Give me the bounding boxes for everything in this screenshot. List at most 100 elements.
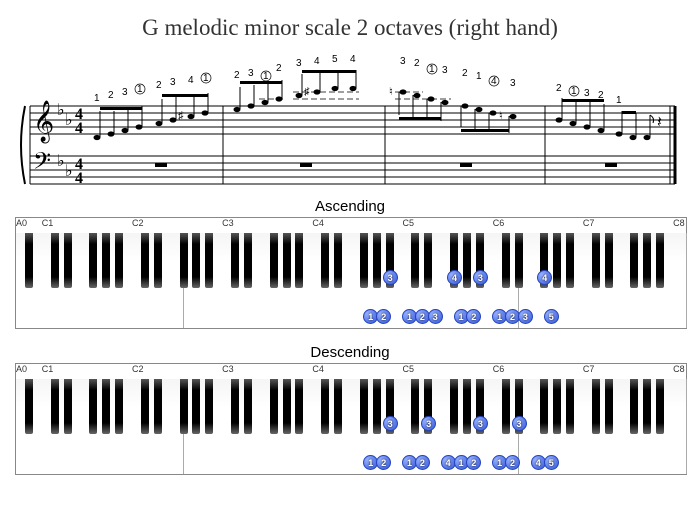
black-key — [270, 233, 278, 288]
white-key — [673, 233, 687, 328]
black-key — [450, 379, 458, 434]
black-key — [360, 233, 368, 288]
octave-label: C8 — [673, 364, 685, 374]
black-key — [592, 379, 600, 434]
svg-text:1: 1 — [476, 71, 482, 82]
octave-label: C5 — [403, 218, 415, 228]
black-key — [115, 233, 123, 288]
black-key — [502, 379, 510, 434]
svg-text:2: 2 — [462, 68, 468, 79]
octave-label: C4 — [312, 218, 324, 228]
svg-text:3: 3 — [248, 68, 254, 79]
svg-text:1: 1 — [429, 64, 435, 75]
black-key — [334, 233, 342, 288]
black-key — [605, 233, 613, 288]
black-key — [25, 379, 33, 434]
black-key — [540, 379, 548, 434]
black-key — [154, 233, 162, 288]
black-key — [334, 379, 342, 434]
svg-text:4: 4 — [314, 56, 320, 67]
black-key — [180, 233, 188, 288]
descending-label: Descending — [15, 344, 685, 361]
black-key — [424, 233, 432, 288]
black-key — [89, 233, 97, 288]
black-key — [205, 379, 213, 434]
black-key — [64, 233, 72, 288]
svg-text:1: 1 — [616, 95, 622, 106]
svg-text:4: 4 — [350, 54, 356, 65]
black-key — [373, 379, 381, 434]
octave-label: C4 — [312, 364, 324, 374]
black-key — [502, 233, 510, 288]
svg-text:3: 3 — [296, 58, 302, 69]
svg-text:♭: ♭ — [65, 163, 73, 180]
svg-text:1: 1 — [203, 73, 209, 84]
svg-text:1: 1 — [94, 93, 100, 104]
svg-text:2: 2 — [108, 90, 114, 101]
octave-label: C8 — [673, 218, 685, 228]
black-key — [244, 233, 252, 288]
ascending-label: Ascending — [15, 198, 685, 215]
svg-text:4: 4 — [75, 170, 83, 187]
finger-marker: 3 — [512, 416, 527, 431]
svg-text:1: 1 — [571, 86, 577, 97]
svg-text:2: 2 — [156, 80, 162, 91]
black-key — [373, 233, 381, 288]
svg-text:♮: ♮ — [389, 86, 393, 98]
black-key — [180, 379, 188, 434]
black-key — [192, 379, 200, 434]
svg-text:2: 2 — [556, 83, 562, 94]
octave-label: C1 — [42, 364, 54, 374]
black-key — [205, 233, 213, 288]
svg-text:3: 3 — [584, 88, 590, 99]
octave-label: C7 — [583, 364, 595, 374]
keyboard-descending: A0C1C2C3C4C5C6C7C8123123412312345 — [15, 363, 687, 475]
black-key — [270, 379, 278, 434]
svg-text:3: 3 — [510, 78, 516, 89]
octave-label: C3 — [222, 218, 234, 228]
black-key — [154, 379, 162, 434]
svg-text:♭: ♭ — [65, 112, 73, 129]
black-key — [141, 233, 149, 288]
black-key — [25, 233, 33, 288]
black-key — [566, 379, 574, 434]
black-key — [231, 233, 239, 288]
finger-marker: 3 — [383, 416, 398, 431]
black-key — [463, 233, 471, 288]
black-key — [244, 379, 252, 434]
black-key — [192, 233, 200, 288]
octave-label: C7 — [583, 218, 595, 228]
octave-label: C6 — [493, 218, 505, 228]
keyboard-ascending: A0C1C2C3C4C5C6C7C8123123412312345 — [15, 217, 687, 329]
finger-marker: 3 — [473, 270, 488, 285]
svg-text:1: 1 — [263, 71, 269, 82]
black-key — [360, 379, 368, 434]
finger-marker: 5 — [544, 309, 559, 324]
black-key — [643, 233, 651, 288]
octave-label: C6 — [493, 364, 505, 374]
page-title: G melodic minor scale 2 octaves (right h… — [15, 15, 685, 41]
black-key — [283, 379, 291, 434]
svg-text:1: 1 — [137, 84, 143, 95]
finger-marker: 4 — [447, 270, 462, 285]
svg-text:♭: ♭ — [57, 153, 65, 170]
svg-text:4: 4 — [75, 120, 83, 137]
finger-marker: 2 — [505, 455, 520, 470]
black-key — [592, 233, 600, 288]
svg-text:2: 2 — [414, 58, 420, 69]
black-key — [630, 379, 638, 434]
black-key — [643, 379, 651, 434]
black-key — [630, 233, 638, 288]
white-key — [673, 379, 687, 474]
svg-text:2: 2 — [276, 63, 282, 74]
black-key — [605, 379, 613, 434]
black-key — [51, 379, 59, 434]
black-key — [321, 379, 329, 434]
black-key — [51, 233, 59, 288]
finger-marker: 5 — [544, 455, 559, 470]
black-key — [411, 233, 419, 288]
black-key — [515, 233, 523, 288]
octave-label: C1 — [42, 218, 54, 228]
finger-marker: 3 — [383, 270, 398, 285]
black-key — [656, 379, 664, 434]
